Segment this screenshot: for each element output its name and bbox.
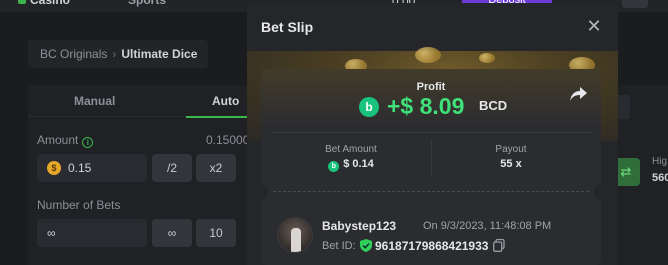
bet-amount: b $ 0.14 <box>301 158 401 172</box>
nav-tab-sports[interactable]: Sports <box>128 0 166 9</box>
coin-icon: $ <box>47 161 61 175</box>
coin-decoration <box>479 53 495 63</box>
tab-auto[interactable]: Auto <box>212 94 239 108</box>
coin-decoration <box>415 47 441 63</box>
payout-value: 55 x <box>500 158 522 170</box>
shield-check-icon <box>360 239 372 252</box>
number-of-bets-input[interactable]: ∞ <box>37 219 147 247</box>
chat-icon[interactable] <box>622 0 648 8</box>
double-button[interactable]: x2 <box>196 154 236 182</box>
bc-logo-icon: b <box>328 161 340 172</box>
amount-input[interactable]: $ 0.15 <box>37 154 147 182</box>
bets-ten-button[interactable]: 10 <box>196 219 236 247</box>
bets-infinity-button[interactable]: ∞ <box>152 219 192 247</box>
breadcrumb-separator: › <box>112 47 117 61</box>
info-icon[interactable]: i <box>82 137 94 148</box>
profit-label: Profit <box>416 81 446 93</box>
bet-id-value: 96187179868421933 <box>375 239 489 253</box>
bc-logo-icon: b <box>359 97 379 117</box>
bet-amount-value: $ 0.14 <box>343 158 374 170</box>
profit-value: +$ 8.09 <box>387 93 465 119</box>
number-of-bets-label: Number of Bets <box>37 198 121 212</box>
username[interactable]: Babystep123 <box>322 219 396 233</box>
bet-amount-label: Bet Amount <box>325 144 377 155</box>
high-value: 560 <box>652 172 668 184</box>
amount-label-text: Amount <box>37 133 79 147</box>
share-icon[interactable] <box>569 85 589 103</box>
copy-icon[interactable] <box>493 239 505 252</box>
ticket-notch-left <box>254 185 268 199</box>
divider <box>271 132 591 133</box>
vertical-divider <box>431 141 432 175</box>
bet-ticket: Profit b +$ 8.09 BCD Bet Amount b $ 0.14 … <box>254 69 608 265</box>
breadcrumb-root[interactable]: BC Originals <box>40 47 107 61</box>
nav-tab-casino[interactable]: Casino <box>17 0 70 9</box>
tab-manual[interactable]: Manual <box>74 94 115 108</box>
ticket-notch-right <box>594 185 608 199</box>
bet-slip-modal: Bet Slip ✕ Profit b +$ 8.09 BCD Bet Amou… <box>247 3 618 265</box>
amount-usd: 0.15000 <box>206 133 250 147</box>
bet-timestamp: On 9/3/2023, 11:48:08 PM <box>423 220 552 232</box>
half-button[interactable]: /2 <box>152 154 192 182</box>
dashed-divider <box>273 191 589 192</box>
bets-value: ∞ <box>47 226 56 240</box>
profit-currency: BCD <box>479 98 508 113</box>
avatar[interactable] <box>277 217 313 253</box>
mode-tabs: Manual Auto <box>28 85 276 118</box>
amount-label: Amount i <box>37 133 94 148</box>
bet-id-label: Bet ID: <box>322 240 356 252</box>
breadcrumb: BC Originals › Ultimate Dice <box>28 40 208 68</box>
breadcrumb-current: Ultimate Dice <box>121 47 198 61</box>
amount-value: 0.15 <box>68 161 92 175</box>
high-label: Hig <box>652 156 668 167</box>
payout-label: Payout <box>495 144 527 155</box>
close-icon[interactable]: ✕ <box>585 17 603 35</box>
modal-title: Bet Slip <box>261 19 314 35</box>
